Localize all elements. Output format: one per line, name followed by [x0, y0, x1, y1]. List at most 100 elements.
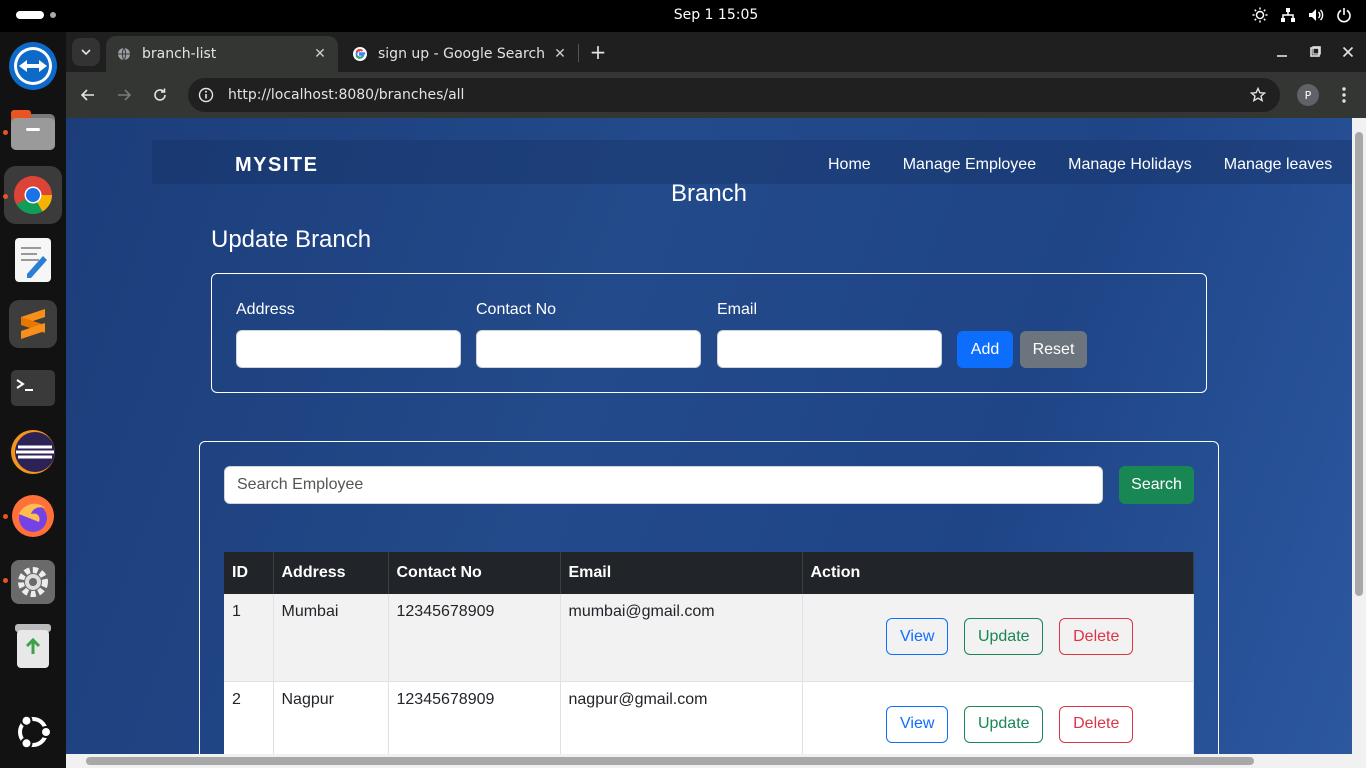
cell-address: Nagpur — [273, 681, 389, 754]
tab-title: branch-list — [142, 46, 217, 62]
update-button[interactable]: Update — [964, 705, 1044, 743]
google-icon — [352, 46, 368, 62]
settings-icon[interactable] — [9, 558, 57, 606]
column-header-action: Action — [802, 552, 1194, 594]
tab-search-button[interactable] — [72, 38, 100, 66]
sublime-icon[interactable] — [9, 300, 57, 348]
terminal-icon[interactable] — [9, 364, 57, 412]
bookmark-star-icon[interactable] — [1248, 85, 1268, 105]
update-button[interactable]: Update — [964, 618, 1044, 655]
tab-strip: branch-list ✕ sign up - Google Search ✕ … — [66, 32, 1366, 72]
column-header-email: Email — [560, 552, 803, 594]
nav-manage-leaves[interactable]: Manage leaves — [1224, 156, 1333, 174]
cell-contact: 12345678909 — [388, 594, 561, 682]
table-header-row: ID Address Contact No Email Action — [224, 552, 1194, 594]
table-row: 1 Mumbai 12345678909 mumbai@gmail.com Vi… — [224, 594, 1194, 682]
cell-contact: 12345678909 — [388, 681, 561, 754]
network-icon — [1280, 7, 1296, 23]
close-tab-icon[interactable]: ✕ — [550, 44, 570, 64]
cell-actions: View Update Delete — [802, 681, 1194, 754]
cell-id: 1 — [224, 594, 274, 682]
power-icon — [1336, 7, 1352, 23]
column-header-contact: Contact No — [388, 552, 561, 594]
address-label: Address — [236, 301, 295, 318]
eclipse-icon[interactable] — [9, 428, 57, 476]
horizontal-scrollbar[interactable] — [66, 754, 1366, 768]
profile-avatar[interactable]: P — [1297, 84, 1319, 106]
trash-icon[interactable] — [9, 622, 57, 670]
cell-actions: View Update Delete — [802, 594, 1194, 682]
email-label: Email — [717, 301, 758, 318]
cell-email: nagpur@gmail.com — [560, 681, 803, 754]
close-tab-icon[interactable]: ✕ — [310, 44, 330, 64]
nav-manage-holidays[interactable]: Manage Holidays — [1068, 156, 1192, 174]
more-menu-icon[interactable] — [1332, 83, 1356, 107]
address-bar[interactable]: http://localhost:8080/branches/all — [188, 78, 1280, 112]
site-navbar: MYSITE Home Manage Employee Manage Holid… — [152, 140, 1352, 184]
system-tray[interactable] — [1252, 7, 1352, 23]
running-indicator — [3, 514, 8, 519]
browser-window: branch-list ✕ sign up - Google Search ✕ … — [66, 32, 1366, 768]
chrome-icon[interactable] — [4, 166, 62, 224]
delete-button[interactable]: Delete — [1059, 705, 1134, 743]
page-viewport: MYSITE Home Manage Employee Manage Holid… — [66, 118, 1352, 754]
contact-label: Contact No — [476, 301, 557, 318]
update-branch-form: Address Contact No Email Add Reset — [211, 273, 1207, 393]
cell-address: Mumbai — [273, 594, 389, 682]
scroll-thumb[interactable] — [86, 757, 1254, 765]
nav-links: Home Manage Employee Manage Holidays Man… — [828, 156, 1352, 174]
back-icon[interactable] — [74, 81, 102, 109]
vertical-scrollbar[interactable] — [1352, 118, 1366, 754]
running-indicator — [3, 130, 8, 135]
search-button[interactable]: Search — [1119, 466, 1194, 504]
cell-email: mumbai@gmail.com — [560, 594, 803, 682]
view-button[interactable]: View — [886, 618, 949, 655]
reset-button[interactable]: Reset — [1020, 331, 1087, 368]
browser-toolbar: http://localhost:8080/branches/all P — [66, 72, 1366, 118]
forward-icon[interactable] — [110, 81, 138, 109]
email-input[interactable] — [717, 330, 942, 368]
ubuntu-icon[interactable] — [9, 708, 57, 756]
tab-google-search[interactable]: sign up - Google Search ✕ — [342, 36, 578, 72]
cell-id: 2 — [224, 681, 274, 754]
maximize-icon[interactable] — [1303, 40, 1327, 64]
tab-branch-list[interactable]: branch-list ✕ — [106, 36, 338, 72]
tab-title: sign up - Google Search — [378, 46, 546, 62]
close-window-icon[interactable] — [1336, 40, 1360, 64]
brightness-icon — [1252, 7, 1268, 23]
column-header-id: ID — [224, 552, 274, 594]
scroll-thumb[interactable] — [1355, 132, 1363, 596]
url-text[interactable]: http://localhost:8080/branches/all — [228, 87, 464, 103]
nav-manage-employee[interactable]: Manage Employee — [903, 156, 1036, 174]
tab-separator — [578, 44, 579, 62]
dock — [0, 32, 66, 768]
contact-input[interactable] — [476, 330, 701, 368]
system-top-bar: Sep 1 15:05 — [0, 0, 1366, 32]
globe-icon — [116, 46, 132, 62]
running-indicator — [3, 194, 8, 199]
teamviewer-icon[interactable] — [9, 42, 57, 90]
form-title: Update Branch — [211, 226, 372, 253]
new-tab-button[interactable]: + — [584, 38, 612, 66]
branch-table: ID Address Contact No Email Action 1 Mum… — [224, 552, 1194, 754]
reload-icon[interactable] — [146, 81, 174, 109]
page-title: Branch — [670, 180, 748, 207]
delete-button[interactable]: Delete — [1059, 618, 1134, 655]
branch-list-card: Search Employee Search ID Address Contac… — [199, 441, 1219, 754]
view-button[interactable]: View — [886, 705, 949, 743]
clock[interactable]: Sep 1 15:05 — [0, 7, 1366, 23]
address-input[interactable] — [236, 330, 461, 368]
site-info-icon[interactable] — [194, 83, 218, 107]
column-header-address: Address — [273, 552, 389, 594]
add-button[interactable]: Add — [957, 331, 1013, 368]
firefox-icon[interactable] — [9, 492, 57, 540]
table-row: 2 Nagpur 12345678909 nagpur@gmail.com Vi… — [224, 681, 1194, 754]
volume-icon — [1308, 7, 1324, 23]
brand-logo[interactable]: MYSITE — [235, 154, 318, 177]
search-input[interactable]: Search Employee — [224, 466, 1103, 504]
running-indicator — [3, 578, 8, 583]
minimize-icon[interactable] — [1270, 40, 1294, 64]
files-icon[interactable] — [9, 106, 57, 154]
text-editor-icon[interactable] — [9, 236, 57, 284]
nav-home[interactable]: Home — [828, 156, 871, 174]
